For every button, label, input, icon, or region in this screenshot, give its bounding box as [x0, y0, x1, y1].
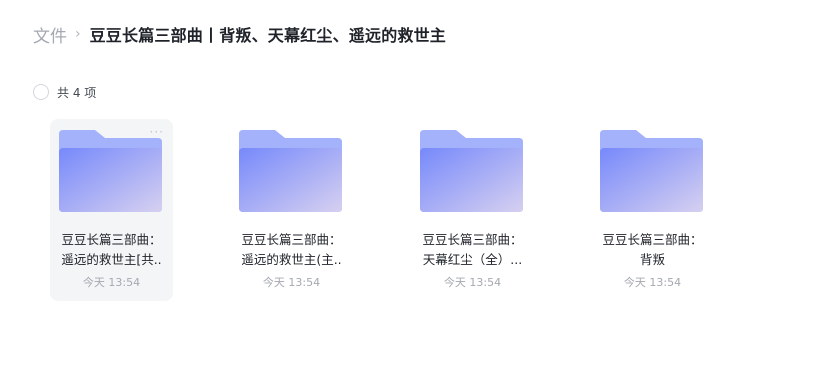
file-browser-page: 文件 › 豆豆长篇三部曲丨背叛、天幕红尘、遥远的救世主 共 4 项 ··· 豆豆… — [0, 0, 818, 388]
breadcrumb-separator-icon: › — [75, 26, 81, 42]
folder-card[interactable]: 豆豆长篇三部曲： 遥远的救世主(主.. 今天 13:54 — [230, 119, 353, 301]
select-all-row: 共 4 项 — [33, 82, 96, 102]
breadcrumb: 文件 › 豆豆长篇三部曲丨背叛、天幕红尘、遥远的救世主 — [33, 20, 446, 48]
folder-name-line: 天幕红尘（全）... — [422, 252, 523, 267]
item-count-label: 共 4 项 — [57, 85, 97, 100]
modified-time: 今天 13:54 — [82, 276, 141, 289]
folder-name: 豆豆长篇三部曲： 遥远的救世主(主.. — [230, 230, 353, 270]
folder-name-line: 遥远的救世主[共.. — [61, 252, 162, 267]
folder-icon — [239, 130, 342, 212]
breadcrumb-root-link[interactable]: 文件 — [33, 22, 67, 47]
folder-name: 豆豆长篇三部曲： 背叛 — [591, 230, 714, 270]
folder-name-line: 豆豆长篇三部曲： — [422, 232, 523, 247]
folder-name-line: 豆豆长篇三部曲： — [61, 232, 162, 247]
folder-name-line: 豆豆长篇三部曲： — [241, 232, 342, 247]
folder-card[interactable]: 豆豆长篇三部曲： 天幕红尘（全）... 今天 13:54 — [411, 119, 534, 301]
folder-icon — [59, 130, 162, 212]
folder-card[interactable]: 豆豆长篇三部曲： 背叛 今天 13:54 — [591, 119, 714, 301]
breadcrumb-current-folder: 豆豆长篇三部曲丨背叛、天幕红尘、遥远的救世主 — [89, 26, 447, 45]
file-grid: ··· 豆豆长篇三部曲： 遥远的救世主[共.. 今天 13:54 豆豆长篇三部曲… — [50, 119, 750, 301]
folder-name-line: 遥远的救世主(主.. — [241, 252, 342, 267]
folder-name-line: 背叛 — [639, 252, 665, 267]
folder-icon — [420, 130, 523, 212]
select-all-checkbox[interactable] — [33, 84, 49, 100]
folder-name-line: 豆豆长篇三部曲： — [602, 232, 703, 247]
folder-name: 豆豆长篇三部曲： 天幕红尘（全）... — [411, 230, 534, 270]
modified-time: 今天 13:54 — [623, 276, 682, 289]
folder-name: 豆豆长篇三部曲： 遥远的救世主[共.. — [50, 230, 173, 270]
modified-time: 今天 13:54 — [262, 276, 321, 289]
folder-icon — [600, 130, 703, 212]
folder-card[interactable]: ··· 豆豆长篇三部曲： 遥远的救世主[共.. 今天 13:54 — [50, 119, 173, 301]
modified-time: 今天 13:54 — [443, 276, 502, 289]
